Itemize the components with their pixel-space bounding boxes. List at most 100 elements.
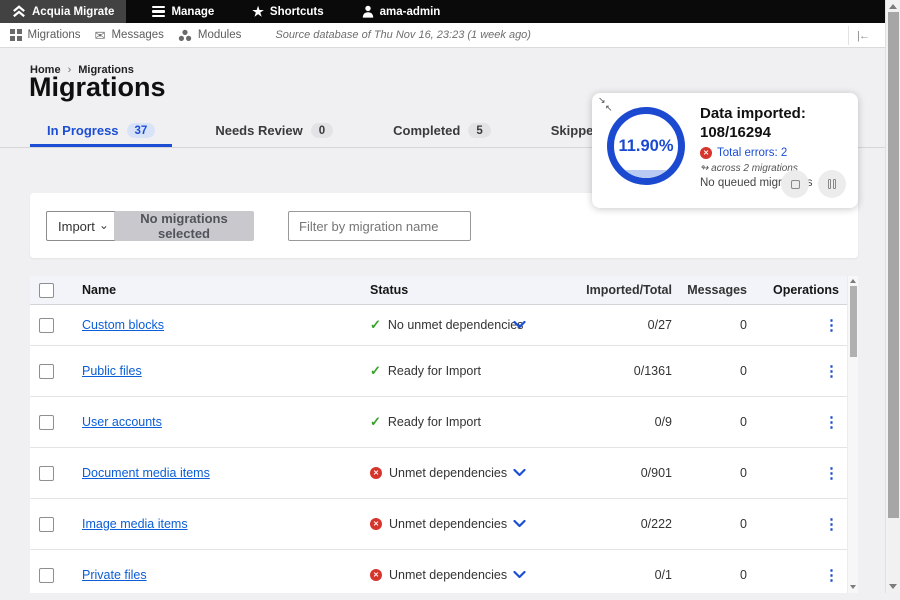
imported-total-value: 0/1361	[560, 364, 672, 378]
messages-count: 0	[672, 318, 747, 332]
gauge-fill-level	[614, 170, 678, 178]
status-ok-icon: ✓	[370, 363, 381, 379]
envelope-icon: ✉	[95, 29, 106, 42]
table-header-row: Name Status Imported/Total Messages Oper…	[30, 276, 847, 305]
table-row: Public files ✓ Ready for Import 0/1361 0…	[30, 345, 847, 396]
imported-total-value: 0/1	[560, 568, 672, 582]
tab-needs-review[interactable]: Needs Review 0	[198, 117, 350, 147]
import-dropdown-button[interactable]: Import ⌄	[46, 211, 121, 241]
tab-in-progress[interactable]: In Progress 37	[30, 117, 172, 147]
row-checkbox[interactable]	[39, 364, 54, 379]
migration-link[interactable]: Document media items	[82, 466, 210, 480]
operations-menu-icon[interactable]: ⋮	[824, 414, 839, 431]
header-operations: Operations	[747, 283, 847, 297]
status-text: Ready for Import	[388, 364, 481, 378]
shortcuts-label: Shortcuts	[270, 6, 324, 18]
scroll-down-icon[interactable]	[889, 584, 897, 589]
messages-count: 0	[672, 364, 747, 378]
collapse-card-icon[interactable]: ↘ ↖	[598, 95, 616, 113]
double-chevron-up-icon	[12, 5, 26, 18]
brand-label: Acquia Migrate	[32, 6, 114, 18]
topbar-item-user[interactable]: ama-admin	[350, 0, 453, 23]
user-icon	[362, 5, 374, 18]
toolbar-item-modules[interactable]: Modules	[178, 29, 241, 42]
topbar-item-shortcuts[interactable]: ★ Shortcuts	[240, 0, 335, 23]
stop-import-button[interactable]	[781, 170, 809, 198]
collapse-toolbar-icon[interactable]: |←	[848, 26, 877, 45]
row-checkbox[interactable]	[39, 318, 54, 333]
cluster-icon	[178, 29, 192, 42]
table-row: Document media items ✕ Unmet dependencie…	[30, 447, 847, 498]
brand-button[interactable]: Acquia Migrate	[0, 0, 126, 23]
imported-total-value: 0/9	[560, 415, 672, 429]
migrations-label: Migrations	[28, 29, 81, 41]
data-imported-label: Data imported:	[700, 104, 850, 123]
scroll-up-icon[interactable]	[850, 279, 856, 283]
migrations-table: Name Status Imported/Total Messages Oper…	[30, 276, 847, 593]
operations-menu-icon[interactable]: ⋮	[824, 363, 839, 380]
migration-link[interactable]: Custom blocks	[82, 318, 164, 332]
tab-count-badge: 5	[468, 123, 490, 138]
status-text: Unmet dependencies	[389, 568, 507, 582]
toolbar-item-messages[interactable]: ✉ Messages	[95, 29, 164, 42]
tab-label: Needs Review	[215, 123, 302, 138]
data-imported-count: 108/16294	[700, 123, 850, 142]
topbar-item-manage[interactable]: Manage	[140, 0, 226, 23]
chevron-down-icon[interactable]	[513, 469, 526, 478]
operations-menu-icon[interactable]: ⋮	[824, 317, 839, 334]
tab-count-badge: 37	[127, 123, 156, 138]
status-text: Unmet dependencies	[389, 466, 507, 480]
chevron-down-icon[interactable]	[513, 321, 526, 330]
row-checkbox[interactable]	[39, 466, 54, 481]
imported-total-value: 0/222	[560, 517, 672, 531]
operations-menu-icon[interactable]: ⋮	[824, 516, 839, 533]
page-scrollbar[interactable]	[885, 0, 900, 593]
star-icon: ★	[252, 5, 264, 18]
row-checkbox[interactable]	[39, 568, 54, 583]
migration-filter-input[interactable]	[288, 211, 471, 241]
tab-completed[interactable]: Completed 5	[376, 117, 508, 147]
total-errors-link[interactable]: ✕ Total errors: 2	[700, 147, 850, 159]
status-text: Ready for Import	[388, 415, 481, 429]
migrate-toolbar: Migrations ✉ Messages Modules Source dat…	[0, 23, 885, 48]
error-circle-icon: ✕	[700, 147, 712, 159]
scroll-up-icon[interactable]	[889, 4, 897, 9]
row-checkbox[interactable]	[39, 415, 54, 430]
row-checkbox[interactable]	[39, 517, 54, 532]
table-row: Image media items ✕ Unmet dependencies 0…	[30, 498, 847, 549]
no-migrations-selected-button[interactable]: No migrations selected	[114, 211, 254, 241]
toolbar-item-migrations[interactable]: Migrations	[10, 29, 81, 41]
migration-link[interactable]: User accounts	[82, 415, 162, 429]
status-error-icon: ✕	[370, 569, 382, 581]
messages-count: 0	[672, 415, 747, 429]
select-all-checkbox[interactable]	[39, 283, 54, 298]
messages-count: 0	[672, 517, 747, 531]
tab-label: Completed	[393, 123, 460, 138]
page-scrollbar-thumb[interactable]	[888, 12, 899, 518]
chevron-down-icon[interactable]	[513, 520, 526, 529]
hamburger-icon	[152, 6, 165, 17]
status-text: No unmet dependencies	[388, 318, 524, 332]
migration-link[interactable]: Private files	[82, 568, 147, 582]
source-database-note: Source database of Thu Nov 16, 23:23 (1 …	[275, 29, 531, 41]
header-status: Status	[370, 283, 560, 297]
messages-count: 0	[672, 568, 747, 582]
migration-link[interactable]: Image media items	[82, 517, 188, 531]
caret-down-icon: ⌄	[99, 218, 109, 232]
status-ok-icon: ✓	[370, 414, 381, 430]
progress-percent: 11.90%	[618, 137, 673, 156]
table-scrollbar[interactable]	[847, 276, 858, 593]
table-row: Private files ✕ Unmet dependencies 0/1 0…	[30, 549, 847, 600]
pause-icon	[828, 179, 837, 189]
pause-import-button[interactable]	[818, 170, 846, 198]
operations-menu-icon[interactable]: ⋮	[824, 465, 839, 482]
username-label: ama-admin	[380, 6, 441, 18]
grid-icon	[10, 29, 22, 41]
scroll-down-icon[interactable]	[850, 585, 856, 589]
table-scrollbar-thumb[interactable]	[850, 286, 857, 357]
operations-menu-icon[interactable]: ⋮	[824, 567, 839, 584]
migration-link[interactable]: Public files	[82, 364, 142, 378]
chevron-down-icon[interactable]	[513, 571, 526, 580]
page-title: Migrations	[29, 72, 166, 103]
import-progress-card: ↘ ↖ 11.90% Data imported: 108/16294 ✕ To…	[592, 93, 858, 208]
